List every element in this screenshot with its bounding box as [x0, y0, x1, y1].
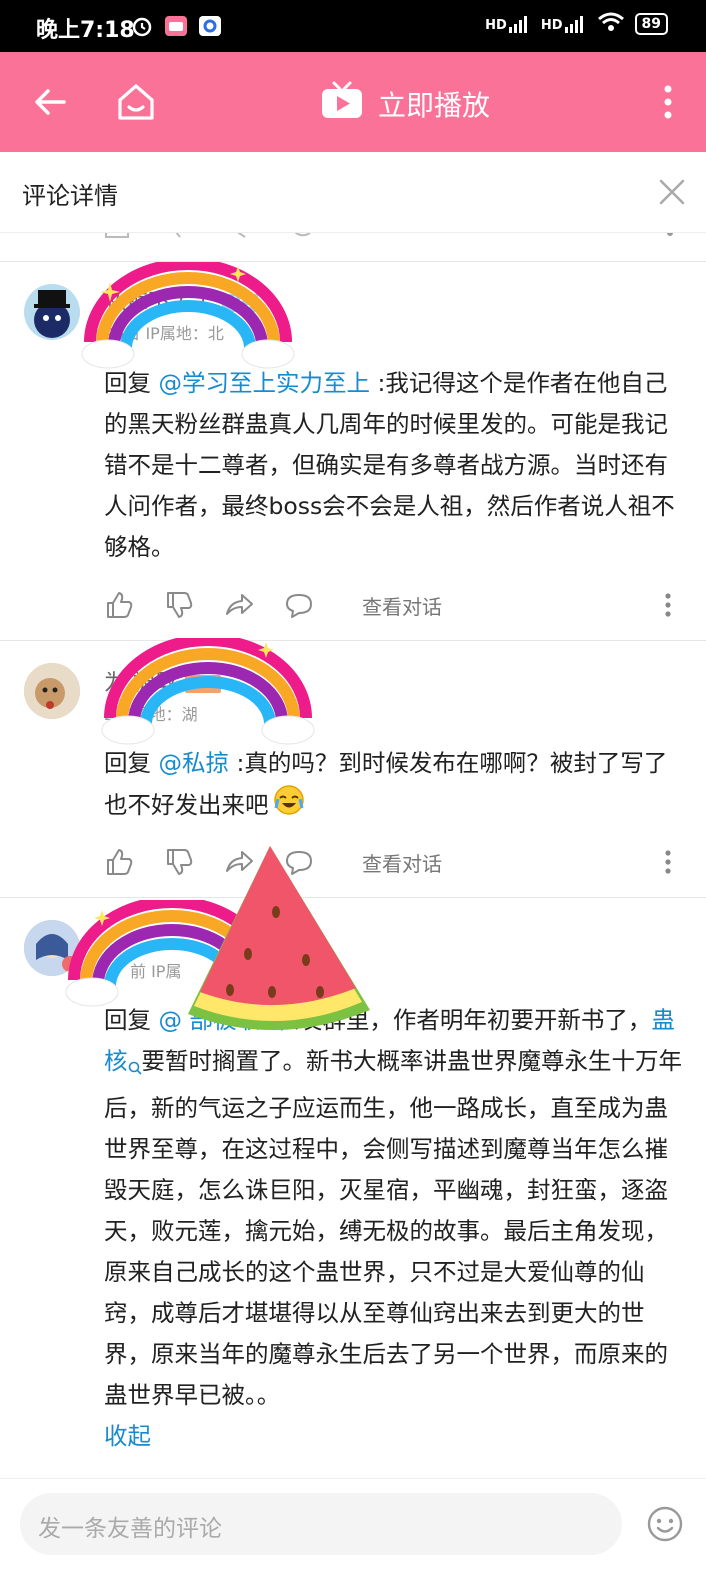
- bilibili-app-icon: [164, 14, 188, 42]
- comment-item: 私掠不了了 LV3 26日 IP属地：北 回复 @学习至上实力至上 :我记得这个是…: [0, 262, 706, 641]
- level-badge: LV3: [222, 294, 258, 312]
- status-time: 晚上7:18: [36, 18, 135, 43]
- comment-meta: 2 IP属地：湖: [104, 705, 198, 724]
- more-vertical-icon[interactable]: [660, 84, 676, 124]
- app-bar: 立即播放: [0, 52, 706, 152]
- avatar[interactable]: [24, 920, 80, 976]
- comment-detail-header: 评论详情: [0, 152, 706, 233]
- like-icon[interactable]: [104, 847, 134, 877]
- dislike-icon[interactable]: [164, 590, 194, 620]
- collapse-link[interactable]: 收起: [104, 1422, 151, 1450]
- mention-link[interactable]: @学习至上实力至上: [158, 369, 370, 397]
- signal-label: HD: [485, 18, 507, 33]
- comment-item: 为 被取 LV5 2 IP属地：湖 回复 @私掠 :真的吗？到时候发布在哪啊？被封…: [0, 641, 706, 898]
- comment-meta: 26日 IP属地：北: [104, 324, 224, 343]
- username[interactable]: 为 被取 LV5: [104, 665, 221, 697]
- dislike-icon[interactable]: [164, 847, 194, 877]
- comment-input-bar: 发一条友善的评论: [0, 1478, 706, 1570]
- comment-text: 回复 @学习至上实力至上 :我记得这个是作者在他自己的黑天粉丝群蛊真人几周年的时…: [104, 363, 689, 568]
- reply-prefix: 回复: [104, 749, 159, 777]
- status-right: HD HD 89: [485, 12, 668, 36]
- username-text: 私掠不了了: [104, 290, 215, 315]
- wifi-icon: [597, 12, 625, 36]
- comment-meta: 前 IP属: [130, 962, 182, 981]
- play-now-label: 立即播放: [378, 88, 491, 122]
- more-vertical-icon[interactable]: [664, 592, 672, 622]
- username-text: 为 被取: [104, 671, 177, 696]
- more-vertical-icon[interactable]: [664, 849, 672, 879]
- app-notification-icon: [198, 14, 222, 42]
- avatar[interactable]: [24, 284, 80, 340]
- tv-play-icon: [320, 80, 364, 127]
- home-icon[interactable]: [114, 80, 158, 128]
- reply-bubble-icon[interactable]: [284, 590, 314, 620]
- signal-icon: HD: [485, 15, 531, 33]
- view-conversation-link[interactable]: 查看对话: [362, 591, 442, 620]
- play-now-button[interactable]: 立即播放: [320, 80, 490, 127]
- avatar[interactable]: [24, 663, 80, 719]
- back-arrow-icon[interactable]: [30, 82, 70, 126]
- share-icon[interactable]: [224, 847, 254, 877]
- status-bar: 晚上7:18 HD HD 89: [0, 0, 706, 52]
- search-icon[interactable]: [128, 1047, 142, 1088]
- reply-bubble-icon[interactable]: [284, 847, 314, 877]
- crying-laughing-emoji-icon: [273, 784, 305, 829]
- comment-input-placeholder: 发一条友善的评论: [38, 1516, 222, 1542]
- like-icon[interactable]: [104, 590, 134, 620]
- mention-link[interactable]: @ 部被取: [158, 1006, 259, 1034]
- view-conversation-link[interactable]: 查看对话: [362, 848, 442, 877]
- reply-prefix: 回复: [104, 369, 159, 397]
- signal-label-2: HD: [540, 18, 563, 33]
- close-icon[interactable]: [658, 178, 686, 210]
- username[interactable]: 私掠不了了 LV3: [104, 284, 258, 316]
- comment-item: 前 IP属 回复 @ 部被取 :私发群里，作者明年初要开新书了，蛊核 要暂时搁置了…: [0, 898, 706, 1478]
- comment-actions: 查看对话: [104, 590, 689, 620]
- alarm-icon: [130, 14, 154, 42]
- comment-text: 回复 @ 部被取 :私发群里，作者明年初要开新书了，蛊核 要暂时搁置了。新书大概率…: [104, 1000, 689, 1457]
- signal-icon-2: HD: [541, 15, 587, 33]
- comment-body: :我记得这个是作者在他自己的黑天粉丝群蛊真人几周年的时候里发的。可能是我记错不是…: [104, 369, 675, 561]
- reply-prefix: 回复: [104, 1006, 159, 1034]
- mention-link[interactable]: @私掠: [158, 749, 229, 777]
- level-badge: LV5: [185, 675, 221, 693]
- page-title: 评论详情: [22, 182, 118, 210]
- share-icon[interactable]: [224, 590, 254, 620]
- emoji-icon[interactable]: [646, 1505, 684, 1547]
- previous-actions-strip: [0, 233, 706, 262]
- comment-text: 回复 @私掠 :真的吗？到时候发布在哪啊？被封了写了也不好发出来吧: [104, 743, 689, 829]
- battery-indicator: 89: [634, 13, 668, 35]
- comment-body-continued: 要暂时搁置了。新书大概率讲蛊世界魔尊永生十万年后，新的气运之子应运而生，他一路成…: [104, 1047, 682, 1409]
- partial-action-icons: [105, 233, 673, 238]
- comment-input[interactable]: 发一条友善的评论: [20, 1493, 622, 1555]
- comment-body: :私发群里，作者明年初要开新书了，: [259, 1006, 652, 1034]
- comment-actions: 查看对话: [104, 847, 689, 877]
